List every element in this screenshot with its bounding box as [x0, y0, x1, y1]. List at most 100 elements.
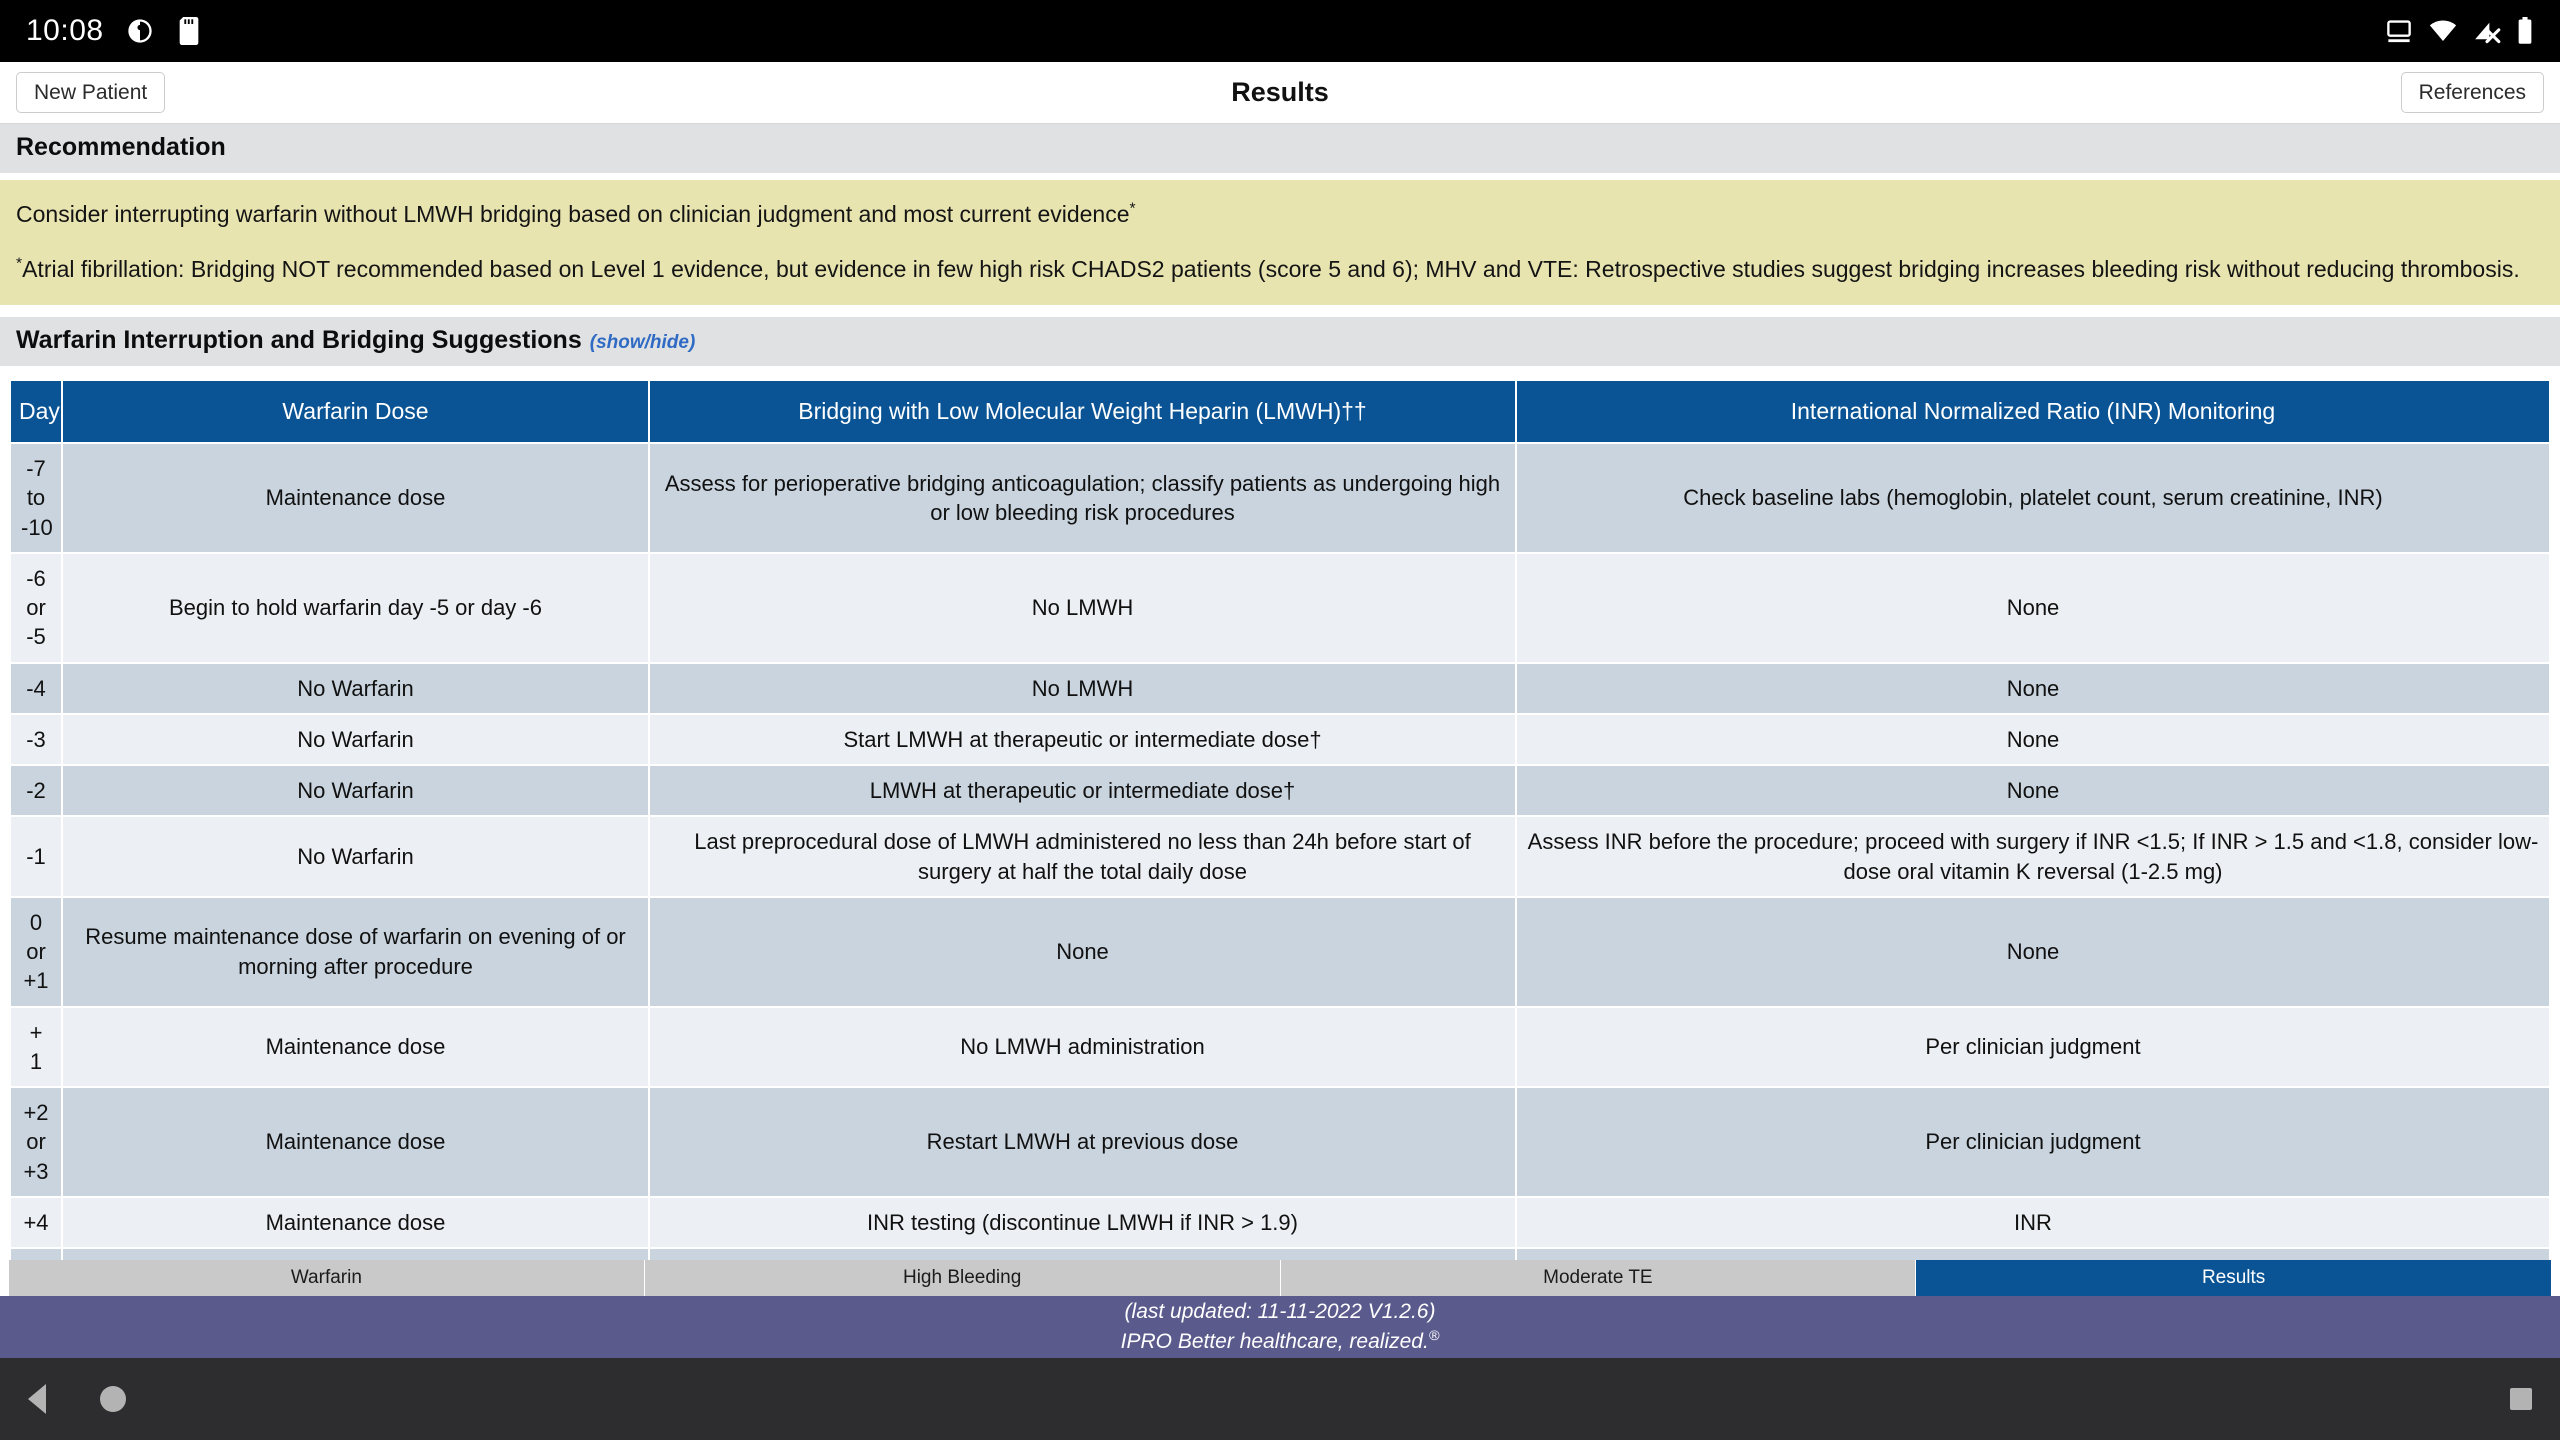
cell-inr: INR	[1517, 1249, 2549, 1260]
back-icon[interactable]	[28, 1384, 46, 1414]
cell-warfarin: Begin to hold warfarin day -5 or day -6	[63, 553, 648, 662]
app-toolbar: New Patient Results References	[0, 62, 2560, 124]
cell-day: -1	[11, 817, 61, 896]
cell-day: + 1	[11, 1007, 61, 1087]
cell-day: -6 or -5	[11, 553, 61, 662]
cell-day: +7 to +10	[11, 1249, 61, 1260]
cell-bridging: LMWH at therapeutic or intermediate dose…	[650, 766, 1515, 816]
tab-high-bleeding[interactable]: High Bleeding	[644, 1260, 1281, 1296]
home-circle	[100, 1386, 126, 1412]
cell-warfarin: Maintenance dose	[63, 1007, 648, 1087]
cell-day: -2	[11, 766, 61, 816]
footer-brand-text: IPRO Better healthcare, realized.	[1120, 1329, 1429, 1353]
cell-bridging: None	[650, 897, 1515, 1006]
table-header-row: Day Warfarin Dose Bridging with Low Mole…	[11, 381, 2549, 443]
recommendation-primary-line: Consider interrupting warfarin without L…	[16, 198, 2544, 231]
cell-day: +2 or +3	[11, 1088, 61, 1196]
cell-inr: Per clinician judgment	[1517, 1088, 2549, 1196]
cell-inr: INR	[1517, 1197, 2549, 1248]
cell-day: -4	[11, 663, 61, 713]
cell-inr: None	[1517, 766, 2549, 816]
tab-warfarin[interactable]: Warfarin	[9, 1260, 645, 1296]
cell-inr: None	[1517, 663, 2549, 713]
cell-bridging: No LMWH	[650, 553, 1515, 662]
tab-results[interactable]: Results	[1916, 1260, 2551, 1296]
cell-inr: None	[1517, 897, 2549, 1006]
bridging-suggestions-table: Day Warfarin Dose Bridging with Low Mole…	[9, 379, 2551, 1260]
new-patient-button[interactable]: New Patient	[16, 72, 166, 113]
cell-warfarin: No Warfarin	[63, 817, 648, 896]
registered-mark-icon: ®	[1428, 1327, 1440, 1344]
cell-bridging: No LMWH administration	[650, 1007, 1515, 1087]
column-header-inr-monitoring: International Normalized Ratio (INR) Mon…	[1517, 381, 2549, 443]
table-row: -7 to -10 Maintenance dose Assess for pe…	[11, 444, 2549, 552]
footer-last-updated: (last updated: 11-11-2022 V1.2.6)	[1124, 1299, 1436, 1323]
page-title: Results	[1231, 77, 1329, 107]
table-body: -7 to -10 Maintenance dose Assess for pe…	[11, 444, 2549, 1260]
contrast-icon	[126, 17, 154, 45]
suggestions-heading: Warfarin Interruption and Bridging Sugge…	[16, 326, 582, 355]
suggestions-section-header: Warfarin Interruption and Bridging Sugge…	[0, 317, 2560, 368]
app-footer: (last updated: 11-11-2022 V1.2.6) IPRO B…	[0, 1296, 2560, 1358]
cell-bridging: Last preprocedural dose of LMWH administ…	[650, 817, 1515, 896]
cell-day: +4	[11, 1197, 61, 1248]
cell-warfarin: Maintenance dose	[63, 1088, 648, 1196]
back-triangle	[28, 1384, 46, 1414]
recommendation-note-line: *Atrial fibrillation: Bridging NOT recom…	[16, 253, 2544, 286]
signal-off-icon	[2472, 18, 2502, 44]
cell-warfarin: No Warfarin	[63, 766, 648, 816]
cell-inr: Assess INR before the procedure; proceed…	[1517, 817, 2549, 896]
recents-square	[2510, 1388, 2532, 1410]
cell-bridging	[650, 1249, 1515, 1260]
table-row: -3 No Warfarin Start LMWH at therapeutic…	[11, 714, 2549, 765]
table-row: -4 No Warfarin No LMWH None	[11, 663, 2549, 713]
android-status-bar: 10:08	[0, 0, 2560, 62]
tab-moderate-te[interactable]: Moderate TE	[1280, 1260, 1917, 1296]
table-row: +4 Maintenance dose INR testing (discont…	[11, 1197, 2549, 1248]
status-bar-right	[2384, 17, 2534, 45]
table-row: -6 or -5 Begin to hold warfarin day -5 o…	[11, 553, 2549, 662]
spacer	[0, 305, 2560, 318]
cell-warfarin: Resume maintenance dose of warfarin on e…	[63, 897, 648, 1006]
cell-bridging: No LMWH	[650, 663, 1515, 713]
cell-warfarin: Maintenance dose	[63, 1249, 648, 1260]
cell-inr: None	[1517, 553, 2549, 662]
cell-warfarin: No Warfarin	[63, 714, 648, 765]
table-row: -1 No Warfarin Last preprocedural dose o…	[11, 817, 2549, 896]
column-header-bridging: Bridging with Low Molecular Weight Hepar…	[650, 381, 1515, 443]
cell-warfarin: Maintenance dose	[63, 444, 648, 552]
recommendation-heading: Recommendation	[16, 133, 226, 161]
column-header-warfarin-dose: Warfarin Dose	[63, 381, 648, 443]
show-hide-link[interactable]: (show/hide)	[590, 332, 696, 353]
cell-day: -7 to -10	[11, 444, 61, 552]
recommendation-note-text: Atrial fibrillation: Bridging NOT recomm…	[22, 255, 2520, 282]
cell-day: 0 or +1	[11, 897, 61, 1006]
cast-screen-icon	[2384, 18, 2414, 44]
app-root: 10:08 New Patient Results References Rec…	[0, 0, 2560, 1440]
android-nav-bar	[0, 1358, 2560, 1440]
recommendation-primary-text: Consider interrupting warfarin without L…	[16, 201, 1130, 227]
footer-brand: IPRO Better healthcare, realized.®	[1121, 1327, 1440, 1357]
cell-bridging: Restart LMWH at previous dose	[650, 1088, 1515, 1196]
recommendation-box: Consider interrupting warfarin without L…	[0, 180, 2560, 306]
sd-card-icon	[176, 17, 202, 45]
table-row: -2 No Warfarin LMWH at therapeutic or in…	[11, 766, 2549, 816]
cell-warfarin: Maintenance dose	[63, 1197, 648, 1248]
recommendation-section-header: Recommendation	[0, 124, 2560, 174]
table-row: + 1 Maintenance dose No LMWH administrat…	[11, 1007, 2549, 1087]
spacer	[0, 367, 2560, 380]
recents-icon[interactable]	[2510, 1388, 2532, 1410]
results-content: Recommendation Consider interrupting war…	[0, 124, 2560, 1260]
wifi-icon	[2428, 18, 2458, 44]
cell-bridging: Assess for perioperative bridging antico…	[650, 444, 1515, 552]
cell-bridging: Start LMWH at therapeutic or intermediat…	[650, 714, 1515, 765]
bottom-tab-bar: Warfarin High Bleeding Moderate TE Resul…	[0, 1260, 2560, 1296]
home-icon[interactable]	[100, 1386, 126, 1412]
column-header-day: Day	[11, 381, 61, 443]
cell-inr: Per clinician judgment	[1517, 1007, 2549, 1087]
table-row: 0 or +1 Resume maintenance dose of warfa…	[11, 897, 2549, 1006]
cell-inr: Check baseline labs (hemoglobin, platele…	[1517, 444, 2549, 552]
references-button[interactable]: References	[2400, 72, 2544, 113]
recommendation-primary-marker: *	[1129, 200, 1136, 218]
status-clock: 10:08	[26, 14, 104, 47]
